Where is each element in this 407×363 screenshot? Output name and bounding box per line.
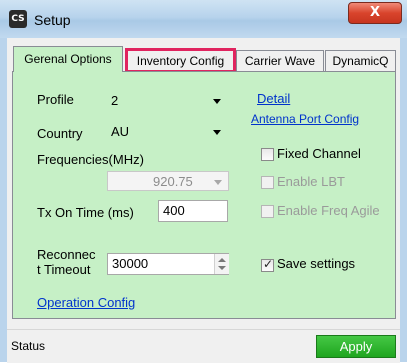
window-title: Setup (34, 12, 71, 28)
tab-general-options[interactable]: Gerenal Options (13, 46, 123, 72)
chevron-down-icon (213, 130, 221, 135)
enable-lbt-label: Enable LBT (277, 174, 345, 189)
profile-dropdown[interactable]: 2 (107, 91, 227, 111)
tab-carrier-wave[interactable]: Carrier Wave (236, 50, 324, 71)
tx-on-time-input[interactable]: 400 (158, 200, 228, 222)
title-bar[interactable]: CS Setup X (0, 0, 407, 38)
profile-value: 2 (111, 93, 119, 108)
detail-link[interactable]: Detail (257, 91, 290, 106)
close-icon: X (369, 5, 381, 20)
tab-dynamicq[interactable]: DynamicQ (325, 50, 396, 71)
window-frame-left (0, 38, 7, 362)
reconnect-timeout-value: 30000 (112, 256, 149, 271)
profile-label: Profile (37, 92, 74, 107)
frequencies-label: Frequencies(MHz) (37, 152, 144, 167)
enable-lbt-checkbox (261, 176, 274, 189)
save-settings-label: Save settings (277, 256, 356, 271)
spin-down-icon[interactable] (218, 266, 226, 270)
spin-up-icon[interactable] (218, 258, 226, 262)
country-value: AU (111, 124, 130, 139)
tx-on-time-label: Tx On Time (ms) (37, 205, 134, 220)
apply-button[interactable]: Apply (316, 335, 396, 358)
fixed-channel-label: Fixed Channel (277, 146, 361, 161)
spin-buttons[interactable] (214, 254, 229, 274)
reconnect-timeout-label-line1: Reconnec (37, 247, 96, 262)
enable-freq-agile-label: Enable Freq Agile (277, 203, 380, 218)
country-label: Country (37, 126, 83, 141)
tab-inventory-config[interactable]: Inventory Config (125, 48, 236, 73)
country-dropdown[interactable]: AU (107, 122, 227, 142)
frequency-value: 920.75 (153, 174, 193, 189)
reconnect-timeout-stepper[interactable]: 30000 (107, 253, 229, 275)
window-frame-right (400, 38, 407, 362)
general-options-panel: Profile 2 Country AU Frequencies(MHz) 92… (12, 71, 396, 319)
setup-window: CS Setup X Gerenal Options Inventory Con… (0, 0, 407, 363)
reconnect-timeout-label-line2: t Timeout (37, 262, 91, 277)
fixed-channel-checkbox[interactable] (261, 148, 274, 161)
status-text: Status (11, 339, 46, 353)
operation-config-link[interactable]: Operation Config (37, 295, 135, 310)
chevron-down-icon (213, 99, 221, 104)
app-icon: CS (9, 10, 27, 28)
chevron-down-icon (214, 180, 222, 185)
enable-freq-agile-checkbox (261, 205, 274, 218)
close-button[interactable]: X (348, 2, 402, 24)
frequency-dropdown: 920.75 (107, 171, 229, 191)
antenna-port-config-link[interactable]: Antenna Port Config (251, 112, 359, 126)
save-settings-checkbox[interactable] (261, 257, 274, 272)
